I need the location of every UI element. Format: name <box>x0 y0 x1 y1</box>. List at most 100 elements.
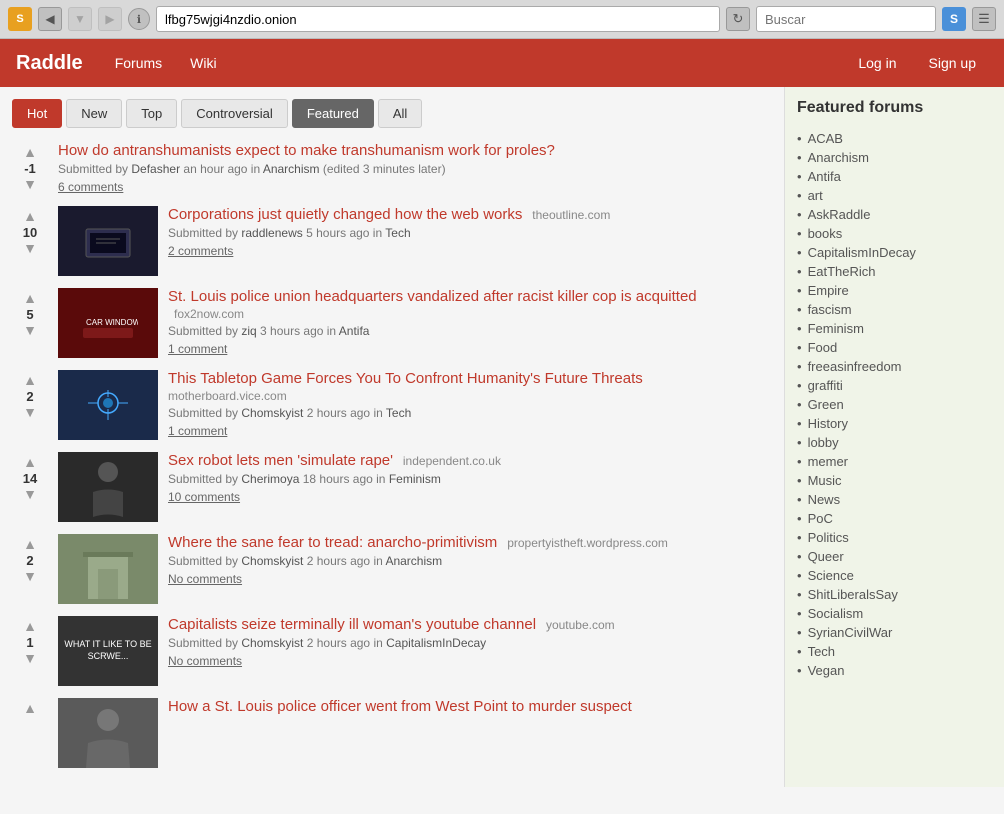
sidebar-item-tech[interactable]: Tech <box>808 644 835 659</box>
sidebar-item-anarchism[interactable]: Anarchism <box>808 150 869 165</box>
post-author[interactable]: Cherimoya <box>241 472 299 486</box>
info-button[interactable]: ℹ <box>128 8 150 30</box>
post-comments-link[interactable]: 10 comments <box>168 490 772 504</box>
post-author[interactable]: Chomskyist <box>241 636 303 650</box>
post-title[interactable]: How do antranshumanists expect to make t… <box>58 142 555 159</box>
sidebar-item-antifa[interactable]: Antifa <box>808 169 841 184</box>
post-author[interactable]: Chomskyist <box>241 554 303 568</box>
sidebar-item-memer[interactable]: memer <box>808 454 848 469</box>
post-comments-link[interactable]: 1 comment <box>168 424 772 438</box>
post-title[interactable]: This Tabletop Game Forces You To Confron… <box>168 370 643 387</box>
downvote-button[interactable]: ▼ <box>23 486 37 503</box>
post-title[interactable]: Capitalists seize terminally ill woman's… <box>168 616 536 633</box>
post-forum[interactable]: Tech <box>385 226 410 240</box>
sidebar-item-history[interactable]: History <box>808 416 848 431</box>
downvote-button[interactable]: ▼ <box>23 404 37 421</box>
post-author[interactable]: ziq <box>241 324 256 338</box>
post-forum[interactable]: CapitalismInDecay <box>386 636 486 650</box>
site-logo[interactable]: Raddle <box>16 52 83 75</box>
nav-forums[interactable]: Forums <box>103 47 174 79</box>
post-comments-link[interactable]: 6 comments <box>58 180 772 194</box>
downvote-button[interactable]: ▼ <box>23 322 37 339</box>
upvote-button[interactable]: ▲ <box>23 536 37 553</box>
back-button[interactable]: ◀ <box>38 7 62 31</box>
url-bar[interactable] <box>156 6 720 32</box>
post-forum[interactable]: Anarchism <box>385 554 442 568</box>
browser-search[interactable] <box>756 6 936 32</box>
sidebar-item-green[interactable]: Green <box>808 397 844 412</box>
post-meta: Submitted by Cherimoya 18 hours ago in F… <box>168 472 772 486</box>
post-author[interactable]: Defasher <box>131 162 180 176</box>
settings-button[interactable]: ▼ <box>68 7 92 31</box>
sidebar-item-fascism[interactable]: fascism <box>808 302 852 317</box>
table-row: ▲ 2 ▼ This Tabletop Game Forces You To C… <box>12 370 772 440</box>
sidebar-item-capitalismindecay[interactable]: CapitalismInDecay <box>808 245 916 260</box>
post-title[interactable]: Sex robot lets men 'simulate rape' <box>168 452 393 469</box>
upvote-button[interactable]: ▲ <box>23 454 37 471</box>
post-comments-link[interactable]: 2 comments <box>168 244 772 258</box>
tab-new[interactable]: New <box>66 99 122 128</box>
sidebar-item-queer[interactable]: Queer <box>808 549 844 564</box>
sidebar-item-lobby[interactable]: lobby <box>808 435 839 450</box>
post-title[interactable]: Where the sane fear to tread: anarcho-pr… <box>168 534 497 551</box>
downvote-button[interactable]: ▼ <box>23 568 37 585</box>
sidebar-item-food[interactable]: Food <box>808 340 838 355</box>
sidebar-item-freeasinfreedom[interactable]: freeasinfreedom <box>808 359 902 374</box>
post-domain: theoutline.com <box>532 208 610 222</box>
sidebar-item-science[interactable]: Science <box>808 568 854 583</box>
browser-menu-button[interactable]: ☰ <box>972 7 996 31</box>
post-comments-link[interactable]: 1 comment <box>168 342 772 356</box>
reload-button[interactable]: ↻ <box>726 7 750 31</box>
sidebar-item-feminism[interactable]: Feminism <box>808 321 864 336</box>
upvote-button[interactable]: ▲ <box>23 618 37 635</box>
upvote-button[interactable]: ▲ <box>23 290 37 307</box>
sidebar-item-politics[interactable]: Politics <box>808 530 849 545</box>
sidebar-item-art[interactable]: art <box>808 188 823 203</box>
upvote-button[interactable]: ▲ <box>23 208 37 225</box>
list-item: CapitalismInDecay <box>797 243 992 262</box>
list-item: art <box>797 186 992 205</box>
list-item: Socialism <box>797 604 992 623</box>
post-forum[interactable]: Anarchism <box>263 162 320 176</box>
nav-wiki[interactable]: Wiki <box>178 47 228 79</box>
tab-all[interactable]: All <box>378 99 422 128</box>
sidebar-item-books[interactable]: books <box>808 226 843 241</box>
post-title[interactable]: How a St. Louis police officer went from… <box>168 698 632 715</box>
post-thumbnail: WHAT IT LIKE TO BE SCRWE... <box>58 616 158 686</box>
post-title[interactable]: St. Louis police union headquarters vand… <box>168 288 697 305</box>
sidebar-item-poc[interactable]: PoC <box>808 511 833 526</box>
sidebar-item-news[interactable]: News <box>808 492 841 507</box>
upvote-button[interactable]: ▲ <box>23 372 37 389</box>
sidebar-item-shitliberalssay[interactable]: ShitLiberalsSay <box>808 587 898 602</box>
sidebar-item-empire[interactable]: Empire <box>808 283 849 298</box>
signup-link[interactable]: Sign up <box>917 47 988 79</box>
tab-top[interactable]: Top <box>126 99 177 128</box>
post-title[interactable]: Corporations just quietly changed how th… <box>168 206 522 223</box>
sidebar-item-vegan[interactable]: Vegan <box>808 663 845 678</box>
list-item: PoC <box>797 509 992 528</box>
downvote-button[interactable]: ▼ <box>23 240 37 257</box>
upvote-button[interactable]: ▲ <box>23 700 37 717</box>
sidebar-item-syriancivilwar[interactable]: SyrianCivilWar <box>808 625 893 640</box>
post-forum[interactable]: Tech <box>386 406 411 420</box>
tab-featured[interactable]: Featured <box>292 99 374 128</box>
sidebar-item-eattherich[interactable]: EatTheRich <box>808 264 876 279</box>
tab-controversial[interactable]: Controversial <box>181 99 288 128</box>
post-comments-link[interactable]: No comments <box>168 654 772 668</box>
sidebar-item-acab[interactable]: ACAB <box>808 131 843 146</box>
post-author[interactable]: raddlenews <box>241 226 302 240</box>
sidebar-item-graffiti[interactable]: graffiti <box>808 378 843 393</box>
forward-button[interactable]: ▶ <box>98 7 122 31</box>
post-author[interactable]: Chomskyist <box>241 406 303 420</box>
post-forum[interactable]: Feminism <box>389 472 441 486</box>
sidebar-item-music[interactable]: Music <box>808 473 842 488</box>
post-comments-link[interactable]: No comments <box>168 572 772 586</box>
post-forum[interactable]: Antifa <box>339 324 370 338</box>
downvote-button[interactable]: ▼ <box>23 650 37 667</box>
upvote-button[interactable]: ▲ <box>23 144 37 161</box>
login-link[interactable]: Log in <box>846 47 908 79</box>
sidebar-item-askraddle[interactable]: AskRaddle <box>808 207 871 222</box>
downvote-button[interactable]: ▼ <box>23 176 37 193</box>
tab-hot[interactable]: Hot <box>12 99 62 128</box>
sidebar-item-socialism[interactable]: Socialism <box>808 606 864 621</box>
